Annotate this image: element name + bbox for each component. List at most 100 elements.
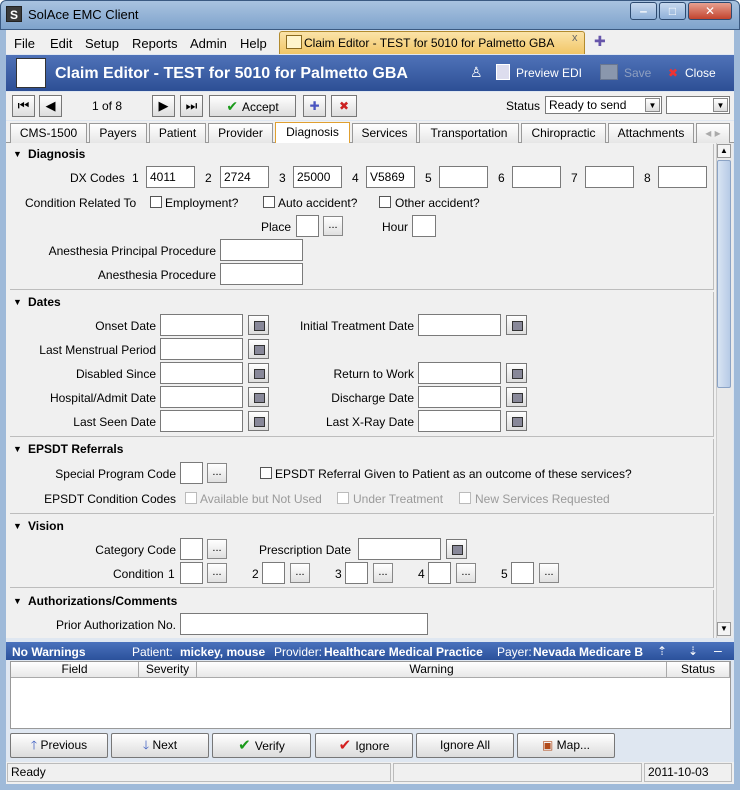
tab-attachments[interactable]: Attachments <box>608 123 694 143</box>
calendar-icon[interactable] <box>506 387 527 407</box>
collapse-triangle-icon[interactable]: ▼ <box>13 444 22 454</box>
epsdt-referral-checkbox[interactable] <box>260 467 272 479</box>
verify-button[interactable]: ✔ Verify <box>212 733 311 758</box>
minimize-panel-icon[interactable]: ‒ <box>714 642 722 658</box>
column-header-field[interactable]: Field <box>11 662 139 678</box>
condition-5-lookup-button[interactable]: ... <box>539 563 559 583</box>
calendar-icon[interactable] <box>506 363 527 383</box>
lmp-input[interactable] <box>160 338 243 360</box>
dx-code-4[interactable]: V5869 <box>366 166 415 188</box>
tab-cms-1500[interactable]: CMS-1500 <box>10 123 87 143</box>
calendar-icon[interactable] <box>248 363 269 383</box>
dx-code-8[interactable] <box>658 166 707 188</box>
menu-setup[interactable]: Setup <box>85 36 119 51</box>
status-select[interactable]: Ready to send ▼ <box>545 96 662 114</box>
special-program-input[interactable] <box>180 462 203 484</box>
map-button[interactable]: ▣ Map... <box>517 733 615 758</box>
new-tab-icon[interactable]: ✚ <box>594 33 606 50</box>
tab-scroll-buttons[interactable]: ◂ ▸ <box>696 123 730 143</box>
menu-admin[interactable]: Admin <box>190 36 227 51</box>
dx-code-1[interactable]: 4011 <box>146 166 195 188</box>
other-accident-checkbox[interactable] <box>379 196 391 208</box>
window-close-button[interactable]: ✕ <box>688 2 732 20</box>
menu-help[interactable]: Help <box>240 36 267 51</box>
next-button[interactable]: 🡓 Next <box>111 733 209 758</box>
scroll-up-icon[interactable]: ▲ <box>717 144 731 158</box>
anesthesia-procedure-input[interactable] <box>220 263 303 285</box>
minimize-button[interactable]: ‒ <box>630 2 657 20</box>
hospital-admit-input[interactable] <box>160 386 243 408</box>
employment-checkbox[interactable] <box>150 196 162 208</box>
disabled-since-input[interactable] <box>160 362 243 384</box>
condition-4-lookup-button[interactable]: ... <box>456 563 476 583</box>
prescription-date-input[interactable] <box>358 538 441 560</box>
scrollbar-thumb[interactable] <box>717 160 731 388</box>
tab-services[interactable]: Services <box>352 123 417 143</box>
condition-3-input[interactable] <box>345 562 368 584</box>
ignore-all-button[interactable]: Ignore All <box>416 733 514 758</box>
available-not-used-checkbox[interactable] <box>185 492 197 504</box>
maximize-button[interactable]: □ <box>659 2 686 20</box>
calendar-icon[interactable] <box>248 315 269 335</box>
dx-code-7[interactable] <box>585 166 634 188</box>
collapse-triangle-icon[interactable]: ▼ <box>13 149 22 159</box>
close-button[interactable]: Close <box>685 66 716 80</box>
condition-2-input[interactable] <box>262 562 285 584</box>
auto-accident-checkbox[interactable] <box>263 196 275 208</box>
last-seen-input[interactable] <box>160 410 243 432</box>
calendar-icon[interactable] <box>248 387 269 407</box>
condition-4-input[interactable] <box>428 562 451 584</box>
tab-diagnosis[interactable]: Diagnosis <box>275 122 350 144</box>
menu-reports[interactable]: Reports <box>132 36 178 51</box>
prev-record-button[interactable]: ◀ <box>39 95 62 117</box>
place-input[interactable] <box>296 215 319 237</box>
collapse-triangle-icon[interactable]: ▼ <box>13 596 22 606</box>
collapse-triangle-icon[interactable]: ▼ <box>13 297 22 307</box>
ignore-button[interactable]: ✔ Ignore <box>315 733 413 758</box>
column-header-severity[interactable]: Severity <box>139 662 197 678</box>
calendar-icon[interactable] <box>506 315 527 335</box>
menu-edit[interactable]: Edit <box>50 36 72 51</box>
condition-3-lookup-button[interactable]: ... <box>373 563 393 583</box>
under-treatment-checkbox[interactable] <box>337 492 349 504</box>
calendar-icon[interactable] <box>446 539 467 559</box>
menu-file[interactable]: File <box>14 36 35 51</box>
last-record-button[interactable]: ⏭ <box>180 95 203 117</box>
calendar-icon[interactable] <box>506 411 527 431</box>
info-person-icon[interactable]: ♙ <box>470 64 483 81</box>
dx-code-2[interactable]: 2724 <box>220 166 269 188</box>
dx-code-3[interactable]: 25000 <box>293 166 342 188</box>
prior-auth-input[interactable] <box>180 613 428 635</box>
place-lookup-button[interactable]: ... <box>323 216 343 236</box>
first-record-button[interactable]: ⏮ <box>12 95 35 117</box>
next-record-button[interactable]: ▶ <box>152 95 175 117</box>
initial-treatment-input[interactable] <box>418 314 501 336</box>
scroll-down-icon[interactable]: ▼ <box>717 622 731 636</box>
accept-button[interactable]: ✔ Accept <box>209 95 296 117</box>
return-to-work-input[interactable] <box>418 362 501 384</box>
discharge-date-input[interactable] <box>418 386 501 408</box>
condition-1-input[interactable] <box>180 562 203 584</box>
collapse-triangle-icon[interactable]: ▼ <box>13 521 22 531</box>
last-xray-input[interactable] <box>418 410 501 432</box>
tab-provider[interactable]: Provider <box>208 123 273 143</box>
tab-chiropractic[interactable]: Chiropractic <box>521 123 606 143</box>
condition-1-lookup-button[interactable]: ... <box>207 563 227 583</box>
category-code-input[interactable] <box>180 538 203 560</box>
add-record-button[interactable]: ✚ <box>303 95 326 117</box>
calendar-icon[interactable] <box>248 339 269 359</box>
new-services-checkbox[interactable] <box>459 492 471 504</box>
save-button[interactable]: Save <box>624 66 651 80</box>
condition-2-lookup-button[interactable]: ... <box>290 563 310 583</box>
category-lookup-button[interactable]: ... <box>207 539 227 559</box>
tab-patient[interactable]: Patient <box>149 123 206 143</box>
tab-transportation[interactable]: Transportation <box>419 123 519 143</box>
calendar-icon[interactable] <box>248 411 269 431</box>
document-tab-close-icon[interactable]: x <box>572 32 578 44</box>
anesthesia-principal-input[interactable] <box>220 239 303 261</box>
pin-up-icon[interactable]: ⇡ <box>657 644 667 658</box>
special-program-lookup-button[interactable]: ... <box>207 463 227 483</box>
hour-input[interactable] <box>412 215 436 237</box>
condition-5-input[interactable] <box>511 562 534 584</box>
previous-button[interactable]: 🡑 Previous <box>10 733 108 758</box>
